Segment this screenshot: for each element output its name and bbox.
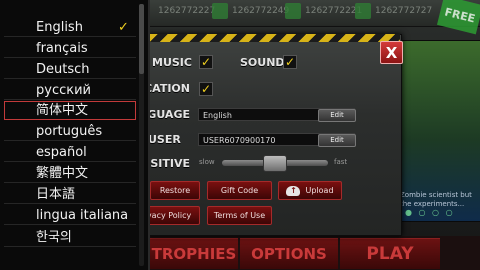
resource-icon	[212, 3, 228, 19]
notification-checkbox[interactable]: ✓	[199, 82, 213, 96]
language-option[interactable]: 简体中文	[4, 101, 136, 120]
language-label: LANGUAGE	[148, 108, 190, 121]
sound-label: SOUND	[240, 56, 285, 69]
cloud-upload-icon: ↑	[286, 185, 301, 196]
gift-code-button[interactable]: Gift Code	[207, 181, 272, 200]
stat-value-3: 1262772221	[305, 6, 363, 16]
check-icon: ✓	[200, 55, 212, 69]
stat-value-4: 1262772727	[375, 6, 433, 16]
upload-button[interactable]: ↑ Upload	[278, 181, 342, 200]
stat-value-2: 1262772249	[232, 6, 290, 16]
stat-value-1: 1262772227	[158, 6, 216, 16]
sensitive-label: SENSITIVE	[148, 157, 190, 170]
language-option[interactable]: 日本語	[4, 185, 136, 204]
carousel-dots: ● ○ ○ ○	[405, 208, 455, 217]
privacy-policy-button[interactable]: Privacy Policy	[148, 206, 200, 225]
close-button[interactable]: X	[380, 41, 403, 64]
upload-label: Upload	[305, 186, 334, 195]
language-option[interactable]: español	[4, 143, 136, 162]
sensitivity-slider-thumb[interactable]	[263, 155, 287, 172]
hazard-stripe	[148, 34, 400, 42]
sound-checkbox[interactable]: ✓	[283, 55, 297, 69]
language-option[interactable]: français	[4, 39, 136, 58]
username-label-clip: USER NAME	[148, 133, 190, 147]
language-option[interactable]: English	[4, 18, 136, 37]
language-scrollbar-thumb[interactable]	[139, 4, 144, 74]
language-option[interactable]: 繁體中文	[4, 164, 136, 183]
language-option[interactable]: русский	[4, 81, 136, 100]
character-card[interactable]: Zombie scientist but the experiments...	[395, 40, 480, 222]
check-icon: ✓	[200, 82, 212, 96]
username-edit-button[interactable]: Edit	[318, 134, 356, 147]
notification-label: NOTIFICATION	[148, 82, 190, 95]
slider-max-label: fast	[334, 158, 348, 166]
trophies-button[interactable]: TROPHIES	[150, 238, 238, 269]
language-option[interactable]: lingua italiana	[4, 206, 136, 225]
options-button[interactable]: OPTIONS	[240, 238, 338, 269]
resource-icon	[355, 3, 371, 19]
language-option[interactable]: português	[4, 122, 136, 141]
language-option[interactable]: Deutsch	[4, 60, 136, 79]
restore-button[interactable]: Restore	[150, 181, 200, 200]
resource-icon	[285, 3, 301, 19]
notification-label-clip: NOTIFICATION	[148, 82, 190, 96]
character-caption: Zombie scientist but the experiments...	[400, 191, 472, 208]
slider-min-label: slow	[199, 158, 215, 166]
music-label: MUSIC	[152, 56, 192, 69]
sensitive-label-clip: SENSITIVE	[148, 157, 190, 171]
language-option[interactable]: 한국의	[4, 228, 136, 247]
play-button[interactable]: PLAY	[340, 238, 440, 269]
music-checkbox[interactable]: ✓	[199, 55, 213, 69]
selected-check-icon: ✓	[118, 20, 129, 35]
username-label: USER NAME	[148, 133, 184, 147]
terms-of-use-button[interactable]: Terms of Use	[207, 206, 272, 225]
language-label-clip: LANGUAGE	[148, 108, 190, 122]
check-icon: ✓	[284, 55, 296, 69]
language-edit-button[interactable]: Edit	[318, 109, 356, 122]
privacy-button-clip: Privacy Policy	[148, 206, 200, 225]
